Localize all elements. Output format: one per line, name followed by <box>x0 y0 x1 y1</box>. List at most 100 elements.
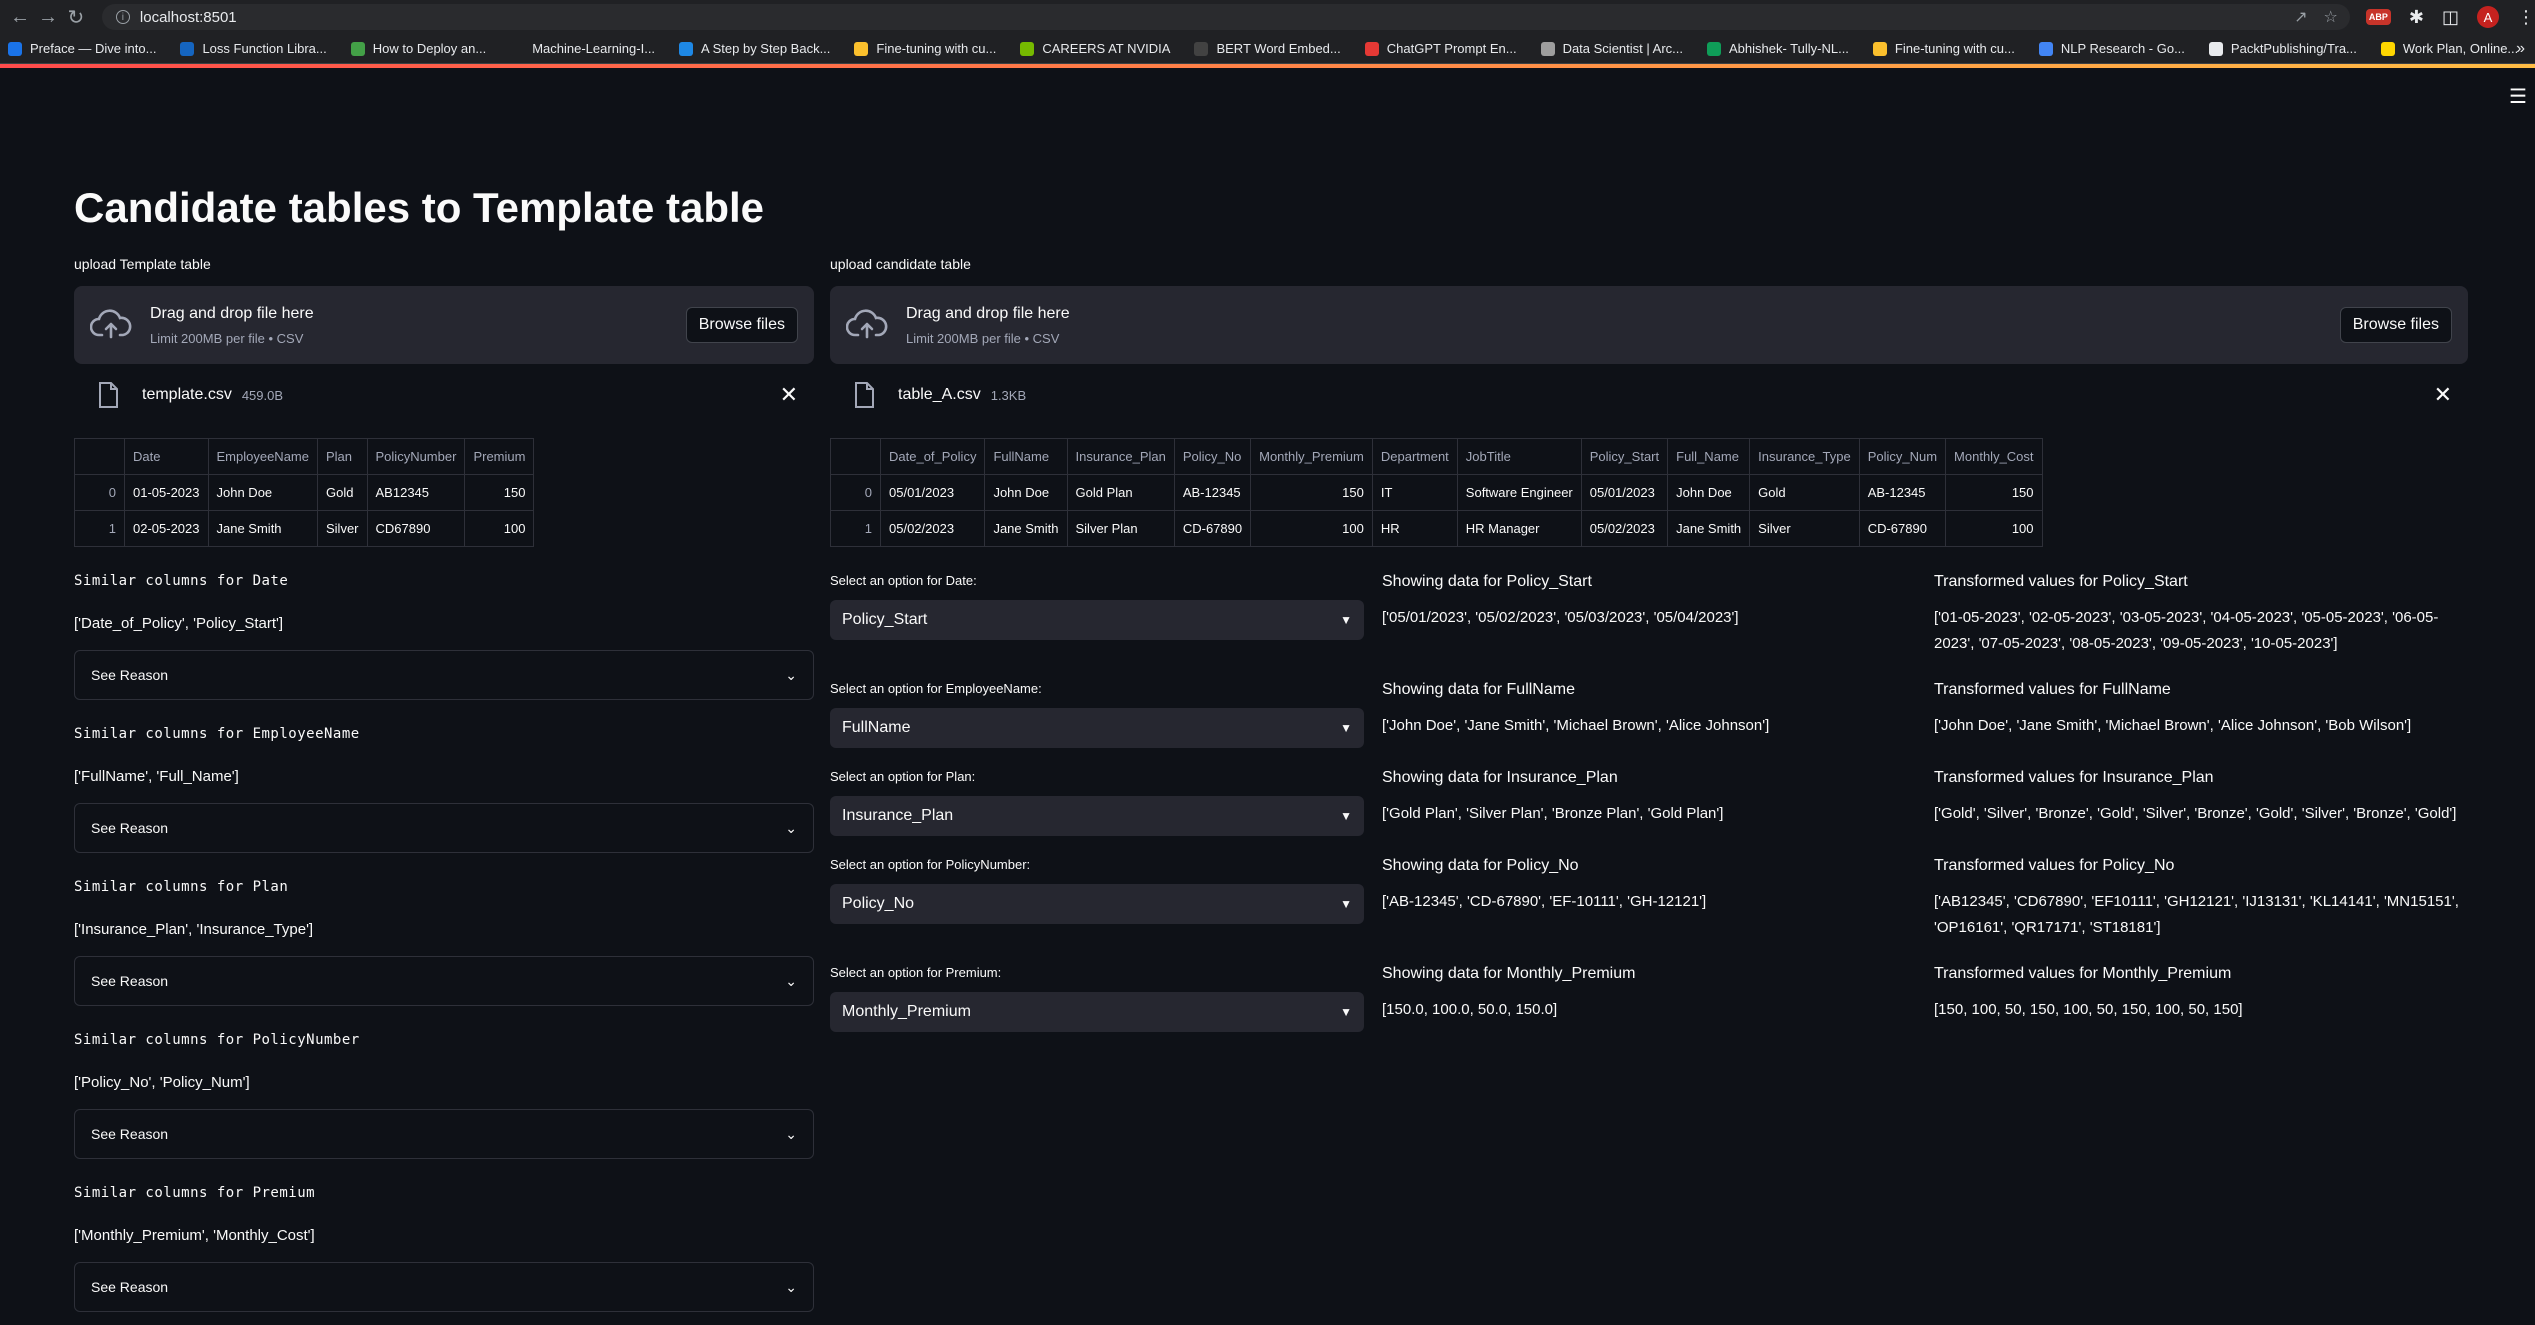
bookmark-item[interactable]: Fine-tuning with cu... <box>1872 41 2015 56</box>
table-cell[interactable]: 150 <box>1250 474 1373 511</box>
table-cell[interactable]: CD-67890 <box>1173 510 1252 547</box>
table-cell[interactable]: 05/02/2023 <box>879 510 986 547</box>
table-cell[interactable]: 05/02/2023 <box>1580 510 1669 547</box>
table-cell[interactable]: CD67890 <box>366 510 466 547</box>
table-cell[interactable]: 05/01/2023 <box>879 474 986 511</box>
column-header[interactable] <box>74 438 125 475</box>
browser-menu-icon[interactable]: ⋮ <box>2517 7 2535 28</box>
candidate-browse-button[interactable]: Browse files <box>2339 307 2452 343</box>
column-select[interactable]: Policy_No ▼ <box>830 884 1364 924</box>
bookmark-item[interactable]: How to Deploy an... <box>350 41 486 56</box>
bookmark-item[interactable]: Abhishek- Tully-NL... <box>1706 41 1849 56</box>
table-cell[interactable]: Silver Plan <box>1066 510 1175 547</box>
column-header[interactable]: Policy_Start <box>1580 438 1669 475</box>
table-cell[interactable]: Jane Smith <box>1667 510 1751 547</box>
column-header[interactable]: Insurance_Type <box>1749 438 1860 475</box>
column-header[interactable] <box>830 438 881 475</box>
table-cell[interactable]: John Doe <box>207 474 318 511</box>
template-dataframe[interactable]: Date EmployeeName Plan PolicyNumber Premium 0… <box>74 438 535 547</box>
row-index[interactable]: 1 <box>74 510 125 547</box>
column-header[interactable]: Date <box>124 438 209 475</box>
table-cell[interactable]: John Doe <box>1667 474 1751 511</box>
table-cell[interactable]: CD-67890 <box>1858 510 1947 547</box>
table-cell[interactable]: Gold <box>317 474 368 511</box>
table-cell[interactable]: Gold <box>1749 474 1860 511</box>
bookmark-item[interactable]: Loss Function Libra... <box>180 41 327 56</box>
column-header[interactable]: FullName <box>984 438 1068 475</box>
column-header[interactable]: Policy_Num <box>1858 438 1947 475</box>
bookmark-item[interactable]: A Step by Step Back... <box>679 41 830 56</box>
bookmark-item[interactable]: Data Scientist | Arc... <box>1540 41 1683 56</box>
column-select[interactable]: Insurance_Plan ▼ <box>830 796 1364 836</box>
column-header[interactable]: Policy_No <box>1173 438 1252 475</box>
row-index[interactable]: 1 <box>830 510 881 547</box>
table-cell[interactable]: 01-05-2023 <box>124 474 209 511</box>
column-header[interactable]: Monthly_Cost <box>1945 438 2043 475</box>
column-header[interactable]: Insurance_Plan <box>1066 438 1175 475</box>
template-dropzone[interactable]: Drag and drop file here Limit 200MB per … <box>74 286 814 364</box>
column-select[interactable]: FullName ▼ <box>830 708 1364 748</box>
table-cell[interactable]: Silver <box>317 510 368 547</box>
profile-avatar[interactable]: A <box>2476 6 2499 28</box>
column-header[interactable]: PolicyNumber <box>366 438 466 475</box>
reload-icon[interactable]: ↻ <box>62 3 90 31</box>
table-cell[interactable]: 100 <box>1945 510 2043 547</box>
column-header[interactable]: Monthly_Premium <box>1250 438 1373 475</box>
remove-file-icon[interactable]: ✕ <box>780 382 798 408</box>
column-header[interactable]: JobTitle <box>1456 438 1582 475</box>
bookmark-item[interactable]: PacktPublishing/Tra... <box>2208 41 2357 56</box>
see-reason-expander[interactable]: See Reason ⌄ <box>74 1109 814 1159</box>
app-menu-icon[interactable]: ☰ <box>2509 84 2527 109</box>
table-cell[interactable]: HR Manager <box>1456 510 1582 547</box>
column-header[interactable]: EmployeeName <box>207 438 318 475</box>
table-cell[interactable]: Software Engineer <box>1456 474 1582 511</box>
template-browse-button[interactable]: Browse files <box>685 307 798 343</box>
table-cell[interactable]: IT <box>1371 474 1458 511</box>
address-bar[interactable]: i localhost:8501 ↗ ☆ <box>101 4 2350 30</box>
column-header[interactable]: Date_of_Policy <box>879 438 986 475</box>
candidate-dataframe[interactable]: Date_of_Policy FullName Insurance_Plan Poli… <box>830 438 2043 547</box>
table-cell[interactable]: John Doe <box>984 474 1068 511</box>
see-reason-expander[interactable]: See Reason ⌄ <box>74 956 814 1006</box>
column-select[interactable]: Policy_Start ▼ <box>830 600 1364 640</box>
see-reason-expander[interactable]: See Reason ⌄ <box>74 650 814 700</box>
table-cell[interactable]: HR <box>1371 510 1458 547</box>
candidate-dropzone[interactable]: Drag and drop file here Limit 200MB per … <box>830 286 2468 364</box>
bookmark-item[interactable]: BERT Word Embed... <box>1194 41 1341 56</box>
column-header[interactable]: Department <box>1371 438 1458 475</box>
bookmark-item[interactable]: ChatGPT Prompt En... <box>1364 41 1517 56</box>
table-cell[interactable]: AB-12345 <box>1858 474 1947 511</box>
row-index[interactable]: 0 <box>830 474 881 511</box>
extensions-puzzle-icon[interactable]: ✱ <box>2409 7 2424 28</box>
table-cell[interactable]: 02-05-2023 <box>124 510 209 547</box>
table-cell[interactable]: 100 <box>464 510 535 547</box>
see-reason-expander[interactable]: See Reason ⌄ <box>74 803 814 853</box>
row-index[interactable]: 0 <box>74 474 125 511</box>
bookmark-item[interactable]: CAREERS AT NVIDIA <box>1020 41 1170 56</box>
table-cell[interactable]: 150 <box>1945 474 2043 511</box>
column-header[interactable]: Plan <box>317 438 368 475</box>
table-cell[interactable]: Jane Smith <box>207 510 318 547</box>
table-cell[interactable]: Silver <box>1749 510 1860 547</box>
remove-file-icon[interactable]: ✕ <box>2434 382 2452 408</box>
column-header[interactable]: Premium <box>464 438 535 475</box>
side-panel-icon[interactable]: ◫ <box>2442 7 2459 28</box>
bookmark-item[interactable]: Preface — Dive into... <box>8 41 156 56</box>
column-select[interactable]: Monthly_Premium ▼ <box>830 992 1364 1032</box>
share-icon[interactable]: ↗ <box>2294 7 2307 27</box>
table-cell[interactable]: 150 <box>464 474 535 511</box>
table-cell[interactable]: 05/01/2023 <box>1580 474 1669 511</box>
see-reason-expander[interactable]: See Reason ⌄ <box>74 1262 814 1312</box>
adblock-extension-icon[interactable]: ABP <box>2365 9 2391 25</box>
table-cell[interactable]: 100 <box>1250 510 1373 547</box>
back-arrow-icon[interactable]: ← <box>6 3 34 31</box>
bookmark-star-icon[interactable]: ☆ <box>2324 7 2338 27</box>
table-cell[interactable]: AB-12345 <box>1173 474 1252 511</box>
table-cell[interactable]: Jane Smith <box>984 510 1068 547</box>
bookmarks-overflow-icon[interactable]: » <box>2516 40 2525 58</box>
bookmark-item[interactable]: Machine-Learning-I... <box>510 41 655 56</box>
table-cell[interactable]: AB12345 <box>366 474 466 511</box>
bookmark-item[interactable]: Fine-tuning with cu... <box>854 41 996 56</box>
table-cell[interactable]: Gold Plan <box>1066 474 1175 511</box>
forward-arrow-icon[interactable]: → <box>34 3 62 31</box>
